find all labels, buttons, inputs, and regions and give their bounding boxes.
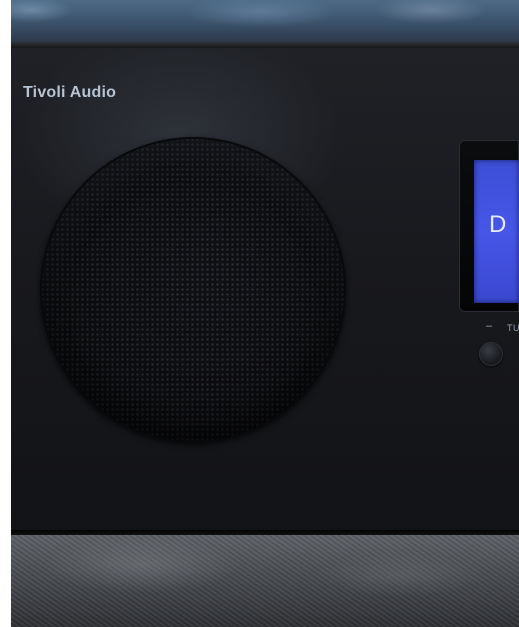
blurred-background [11,0,519,45]
display-screen: D [474,160,519,303]
tune-label: TU [507,323,519,333]
speaker-grille [40,137,346,443]
fabric-shelf [11,535,519,627]
tune-knob [479,342,503,366]
display-text: D [489,211,507,238]
brand-logo-text: Tivoli Audio [23,84,117,101]
minus-label: – [486,320,493,332]
radio-photo: Tivoli Audio D – TU [11,0,519,627]
